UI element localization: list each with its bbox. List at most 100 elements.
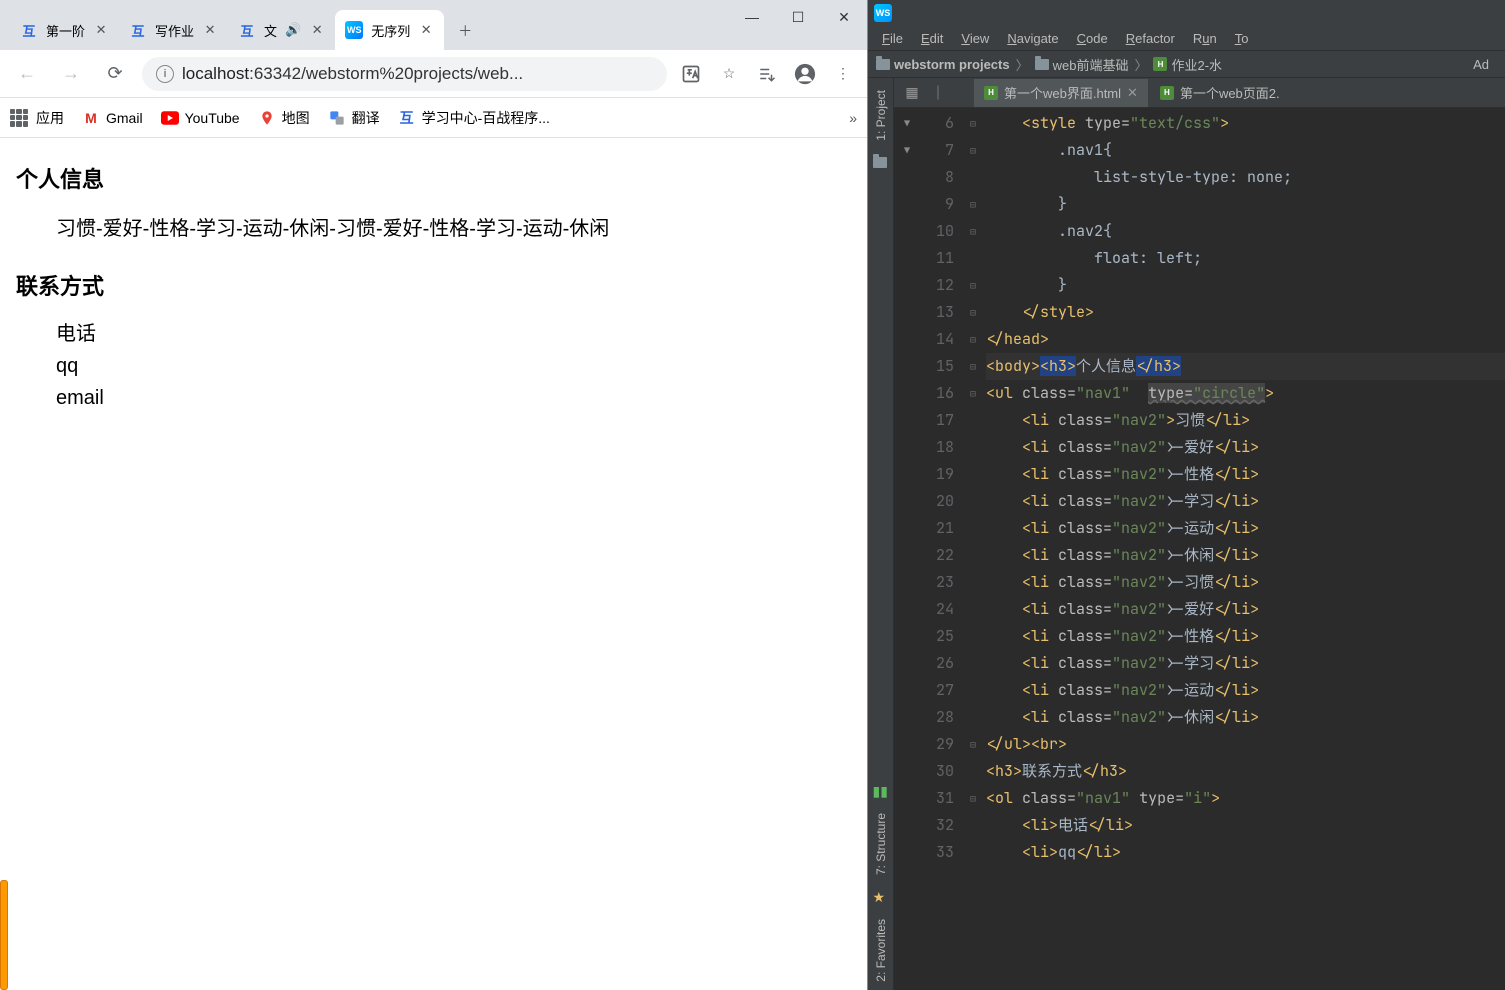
vertical-list: 电话 qq email [56,319,851,413]
fold-arrow[interactable]: ▼ [894,110,920,137]
project-tool-tab[interactable]: 1: Project [871,82,891,149]
bookmarks-bar: 应用 MGmail YouTube 地图 翻译 互学习中心-百战程序... » [0,98,867,138]
folder-icon [876,59,890,70]
translate-icon [328,109,346,127]
crumb-file[interactable]: H作业2-水 [1153,55,1222,74]
speaker-icon[interactable]: 🔊 [285,22,301,38]
project-view-icon[interactable]: ▦ [900,81,924,105]
close-icon[interactable]: ✕ [93,22,109,38]
editor-tab[interactable]: H 第一个web页面2. [1150,79,1290,107]
list-item: email [56,383,851,413]
browser-tab[interactable]: 互 第一阶 ✕ [10,10,119,50]
url-text: localhost:63342/webstorm%20projects/web.… [182,64,523,84]
menu-code[interactable]: Code [1069,29,1116,48]
close-icon[interactable]: ✕ [309,22,325,38]
collapse-icon[interactable]: ｜ [926,81,950,105]
fold-gutter: ⊟⊟⊟⊟⊟⊟⊟⊟⊟⊟⊟ [964,108,982,990]
ide-titlebar: WS [868,0,1505,26]
reading-list-icon[interactable] [753,60,781,88]
html-file-icon: H [984,86,998,100]
tab-title: 文 [264,21,277,40]
new-tab-button[interactable]: ＋ [450,16,480,46]
back-button[interactable]: ← [10,57,44,91]
apps-label: 应用 [36,108,64,128]
list-item: 电话 [56,319,851,349]
address-bar[interactable]: i localhost:63342/webstorm%20projects/we… [142,57,667,91]
close-icon[interactable]: ✕ [1127,85,1138,101]
webstorm-icon: WS [874,4,892,22]
close-icon[interactable]: ✕ [202,22,218,38]
favorites-tool-tab[interactable]: 2: Favorites [871,911,891,990]
page-heading: 联系方式 [16,269,851,301]
bookmark-translate[interactable]: 翻译 [328,108,380,128]
editor-tabs: ▦ ｜ H 第一个web界面.html ✕ H 第一个web页面2. [894,78,1505,108]
menu-navigate[interactable]: Navigate [999,29,1066,48]
editor-tab-label: 第一个web页面2. [1180,83,1280,102]
tab-title: 无序列 [371,21,410,40]
stats-icon[interactable]: ▮▮ [873,783,889,799]
webstorm-window: WS File Edit View Navigate Code Refactor… [868,0,1505,990]
editor-region: ▦ ｜ H 第一个web界面.html ✕ H 第一个web页面2. [894,78,1505,990]
maps-icon [258,109,276,127]
html-file-icon: H [1153,57,1167,71]
reload-button[interactable]: ⟳ [98,57,132,91]
scroll-indicator [0,880,8,990]
bookmarks-overflow[interactable]: » [849,110,857,126]
baidu-icon: 互 [398,109,416,127]
close-icon[interactable]: ✕ [418,22,434,38]
site-info-icon[interactable]: i [156,65,174,83]
editor-tab-label: 第一个web界面.html [1004,83,1121,102]
add-config-button[interactable]: Ad [1465,55,1497,74]
menu-tools[interactable]: To [1227,29,1257,48]
translate-icon[interactable] [677,60,705,88]
folder-icon [1035,59,1049,70]
page-content: 个人信息 习惯-爱好-性格-学习-运动-休闲-习惯-爱好-性格-学习-运动-休闲… [0,138,867,990]
menu-edit[interactable]: Edit [913,29,951,48]
star-icon[interactable]: ★ [873,889,889,905]
fold-arrow[interactable]: ▼ [894,137,920,164]
ide-left-sidebar: 1: Project ▮▮ 7: Structure ★ 2: Favorite… [868,78,894,990]
code-editor[interactable]: ▼ ▼ 678910111213141516171819202122232425… [894,108,1505,990]
minimize-button[interactable]: — [729,0,775,34]
baidu-icon: 互 [238,21,256,39]
breadcrumb: webstorm projects 〉 web前端基础 〉 H作业2-水 Ad [868,50,1505,78]
folder-icon[interactable] [873,155,889,171]
chrome-tab-strip: 互 第一阶 ✕ 互 写作业 ✕ 互 文 🔊 ✕ WS 无序列 ✕ ＋ [0,0,867,50]
apps-button[interactable]: 应用 [10,108,64,128]
crumb-folder[interactable]: web前端基础 [1035,55,1129,74]
editor-tab-active[interactable]: H 第一个web界面.html ✕ [974,79,1148,107]
menu-run[interactable]: Run [1185,29,1225,48]
menu-icon[interactable]: ⋮ [829,60,857,88]
menu-file[interactable]: File [874,29,911,48]
menu-refactor[interactable]: Refactor [1118,29,1183,48]
youtube-icon [161,109,179,127]
structure-tool-tab[interactable]: 7: Structure [871,805,891,883]
webstorm-icon: WS [345,21,363,39]
baidu-icon: 互 [20,21,38,39]
star-icon[interactable]: ☆ [715,60,743,88]
tab-title: 第一阶 [46,21,85,40]
menu-view[interactable]: View [953,29,997,48]
code-lines[interactable]: <style type="text/css"> .nav1{ list-styl… [982,108,1505,990]
close-button[interactable]: ✕ [821,0,867,34]
bookmark-youtube[interactable]: YouTube [161,109,240,127]
forward-button[interactable]: → [54,57,88,91]
profile-icon[interactable] [791,60,819,88]
page-heading: 个人信息 [16,162,851,194]
browser-tab[interactable]: 互 写作业 ✕ [119,10,228,50]
apps-icon [10,109,28,127]
browser-tab[interactable]: 互 文 🔊 ✕ [228,10,335,50]
chevron-right-icon: 〉 [1134,55,1147,74]
bookmark-study[interactable]: 互学习中心-百战程序... [398,108,550,128]
tab-title: 写作业 [155,21,194,40]
list-item: qq [56,351,851,381]
crumb-project[interactable]: webstorm projects [876,57,1010,72]
chevron-right-icon: 〉 [1016,55,1029,74]
window-controls: — ☐ ✕ [729,0,867,34]
baidu-icon: 互 [129,21,147,39]
bookmark-maps[interactable]: 地图 [258,108,310,128]
ide-menu-bar: File Edit View Navigate Code Refactor Ru… [868,26,1505,50]
bookmark-gmail[interactable]: MGmail [82,109,143,127]
maximize-button[interactable]: ☐ [775,0,821,34]
browser-tab-active[interactable]: WS 无序列 ✕ [335,10,444,50]
